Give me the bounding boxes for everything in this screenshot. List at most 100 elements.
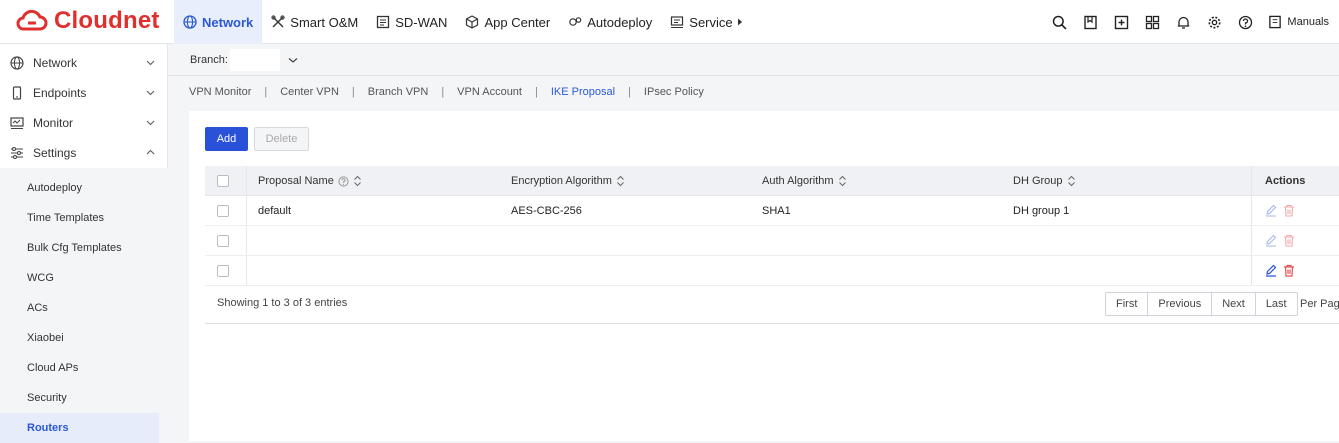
sort-icon[interactable] [616,175,625,187]
nav-sd-wan-label: SD-WAN [395,14,448,30]
sort-icon[interactable] [838,175,847,187]
chevron-down-icon [146,60,155,66]
sidebar: Network Endpoints Monitor Settings Autod… [0,44,168,443]
sidebar-group-endpoints[interactable]: Endpoints [0,78,167,108]
autodeploy-icon [569,17,582,26]
next-page-button[interactable]: Next [1212,293,1256,315]
column-header-label: Proposal Name [258,175,334,187]
sidebar-group-network[interactable]: Network [0,48,167,78]
main-content: Branch: VPN Monitor | Center VPN | Branc… [168,44,1339,441]
tab-branch-vpn[interactable]: Branch VPN [368,86,429,98]
nav-sd-wan[interactable]: SD-WAN [367,0,456,44]
sidebar-group-settings[interactable]: Settings [0,138,167,168]
bell-icon[interactable] [1175,14,1191,30]
manuals-link[interactable]: Manuals [1268,15,1329,29]
sidebar-group-label: Network [33,56,78,70]
last-page-button[interactable]: Last [1256,293,1297,315]
tab-separator: | [351,86,355,98]
trash-icon[interactable] [1283,264,1295,277]
tab-center-vpn[interactable]: Center VPN [280,86,339,98]
sidebar-item-time-templates[interactable]: Time Templates [0,203,159,233]
select-all-checkbox[interactable] [217,175,229,187]
branch-select[interactable] [229,48,280,71]
auth-cell: SHA1 [762,205,791,217]
tools-icon [271,15,285,28]
column-encryption-algorithm[interactable]: Encryption Algorithm [511,166,625,196]
help-icon[interactable] [338,175,349,187]
column-header-label: Actions [1265,175,1306,187]
tab-separator: | [441,86,445,98]
branch-filter: Branch: [168,44,1339,76]
row-checkbox[interactable] [217,235,229,247]
add-square-icon[interactable] [1113,14,1129,30]
search-icon[interactable] [1051,14,1067,30]
sidebar-item-routers[interactable]: Routers [0,413,159,443]
chevron-down-icon[interactable] [288,55,298,65]
settings-submenu: Autodeploy Time Templates Bulk Cfg Templ… [0,168,168,443]
column-auth-algorithm[interactable]: Auth Algorithm [762,166,847,196]
ike-proposal-panel: Add Delete Proposal Name Encryption Algo… [189,111,1339,441]
grid-icon[interactable] [1144,14,1160,30]
sidebar-group-label: Settings [33,146,77,160]
previous-page-button[interactable]: Previous [1148,293,1213,315]
proposal-name-cell: default [258,205,292,217]
sidebar-item-xiaobei[interactable]: Xiaobei [0,323,159,353]
column-divider [246,196,247,225]
monitor-icon [10,117,24,129]
edit-icon[interactable] [1265,234,1277,247]
nav-service[interactable]: Service [661,0,751,44]
app-name: Cloudnet [54,7,160,34]
sidebar-group-monitor[interactable]: Monitor [0,108,167,138]
header-tools: Manuals [1051,0,1339,44]
column-divider [246,256,247,285]
edit-icon[interactable] [1265,204,1277,217]
tab-vpn-monitor[interactable]: VPN Monitor [189,86,251,98]
sidebar-item-security[interactable]: Security [0,383,159,413]
add-button[interactable]: Add [205,127,248,151]
sort-icon[interactable] [353,175,362,187]
nav-autodeploy-label: Autodeploy [587,14,653,30]
pagination: First Previous Next Last [1105,292,1298,316]
nav-network-label: Network [202,14,254,30]
sort-icon[interactable] [1067,175,1076,187]
settings-icon [11,147,23,159]
nav-app-center-label: App Center [484,14,551,30]
tab-vpn-account[interactable]: VPN Account [457,86,522,98]
row-actions [1251,196,1339,225]
nav-app-center[interactable]: App Center [456,0,559,44]
trash-icon[interactable] [1283,204,1295,217]
tab-ike-proposal[interactable]: IKE Proposal [551,86,615,98]
bookmark-icon[interactable] [1082,14,1098,30]
column-divider [246,226,247,255]
dh-group-cell: DH group 1 [1013,205,1070,217]
sidebar-item-bulk-cfg-templates[interactable]: Bulk Cfg Templates [0,233,159,263]
sidebar-item-autodeploy[interactable]: Autodeploy [0,173,159,203]
sidebar-item-acs[interactable]: ACs [0,293,159,323]
column-header-label: Encryption Algorithm [511,175,612,187]
delete-button[interactable]: Delete [254,127,309,151]
cloudnet-logo[interactable]: Cloudnet [16,6,160,36]
tab-separator: | [535,86,538,98]
main-nav: Network Smart O&M SD-WAN App Center Auto… [174,0,752,44]
row-checkbox[interactable] [217,265,229,277]
column-proposal-name[interactable]: Proposal Name [258,166,362,196]
nav-autodeploy[interactable]: Autodeploy [559,0,661,44]
globe-icon [10,56,24,70]
first-page-button[interactable]: First [1106,293,1149,315]
edit-icon[interactable] [1265,264,1277,277]
nav-smart-om[interactable]: Smart O&M [262,0,367,44]
table-row[interactable] [205,226,1339,256]
table-row[interactable]: default AES-CBC-256 SHA1 DH group 1 [205,196,1339,226]
trash-icon[interactable] [1283,234,1295,247]
sidebar-item-wcg[interactable]: WCG [0,263,159,293]
table-row[interactable] [205,256,1339,286]
tab-ipsec-policy[interactable]: IPsec Policy [644,86,704,98]
manual-book-icon [1269,15,1282,29]
nav-network[interactable]: Network [174,0,263,44]
help-icon[interactable] [1237,14,1253,30]
gear-icon[interactable] [1206,14,1222,30]
row-checkbox[interactable] [217,205,229,217]
entries-summary: Showing 1 to 3 of 3 entries [217,297,348,309]
sidebar-item-cloud-aps[interactable]: Cloud APs [0,353,159,383]
column-dh-group[interactable]: DH Group [1013,166,1076,196]
